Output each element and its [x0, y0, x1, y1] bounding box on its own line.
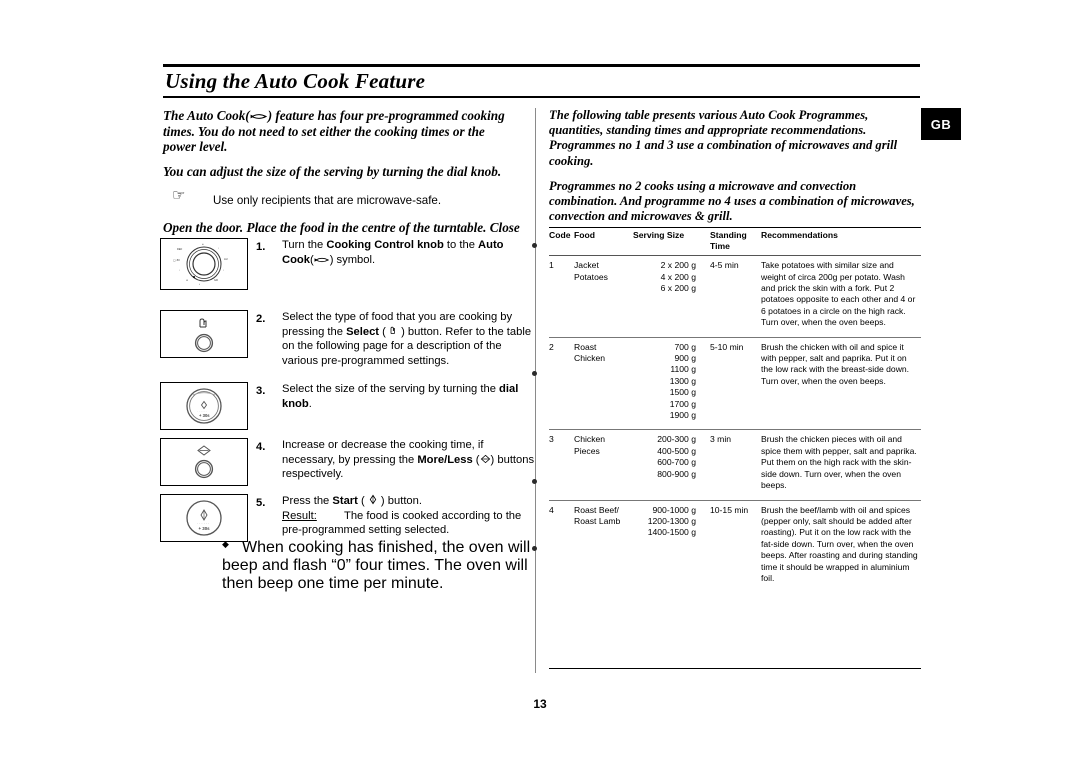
cell-recommendations: Brush the chicken with oil and spice it … [761, 341, 910, 386]
auto-cook-icon [314, 257, 329, 262]
step-3-number: 3. [256, 385, 266, 397]
cell-standing-time: 5-10 min [710, 341, 744, 352]
figure-more-less-button [160, 438, 248, 486]
start-button-icon: · · · · · · + 30s [186, 500, 222, 536]
result-block: Result: The food is cooked according to … [282, 509, 535, 538]
svg-text:≡: ≡ [202, 243, 204, 246]
start-icon [369, 494, 377, 505]
svg-text:▫: ▫ [223, 269, 224, 272]
svg-text:▫: ▫ [179, 269, 180, 272]
step-5: · · · · · · + 30s 5. Press the Start ( )… [160, 494, 535, 592]
cell-food: Roast Chicken [574, 341, 606, 364]
auto-cook-programmes-table: Code Food Serving Size Standing Time Rec… [549, 227, 921, 592]
step-1-number: 1. [256, 241, 266, 253]
diamond-bullet-icon: ◆ [222, 538, 229, 549]
cell-recommendations: Brush the chicken pieces with oil and sp… [761, 434, 917, 491]
cell-standing-time: 3 min [710, 434, 732, 445]
page-number: 13 [533, 697, 547, 711]
hand-note: ☞ Use only recipients that are microwave… [163, 187, 521, 209]
select-button-icon [194, 318, 214, 353]
table-row: 2 Roast Chicken 700 g 900 g 1100 g 1300 … [549, 337, 921, 430]
cell-serving-size: 700 g 900 g 1100 g 1300 g 1500 g 1700 g … [669, 341, 696, 421]
col-header-standing-time: Standing Time [710, 230, 747, 251]
pointing-hand-icon: ☞ [172, 187, 186, 204]
table-header-row: Code Food Serving Size Standing Time Rec… [549, 227, 921, 256]
svg-text:DEF: DEF [177, 247, 183, 251]
dial-knob-icon: · · · · · · + 30s [186, 388, 222, 424]
step-2-number: 2. [256, 313, 266, 325]
auto-cook-icon [250, 114, 267, 119]
table-body: 1 Jacket Potatoes 2 x 200 g 4 x 200 g 6 … [549, 256, 921, 593]
column-divider [535, 108, 536, 673]
cell-recommendations: Brush the beef/lamb with oil and spices … [761, 504, 918, 583]
right-paragraph-2: Programmes no 2 cooks using a microwave … [549, 178, 915, 224]
svg-text:GR: GR [214, 278, 218, 282]
figure-select-button [160, 310, 248, 358]
region-badge: GB [921, 108, 961, 140]
page-title: Using the Auto Cook Feature [165, 69, 426, 93]
intro-1-text-a: The Auto Cook( [163, 108, 250, 123]
document-page: Using the Auto Cook Feature GB The Auto … [0, 0, 1080, 763]
table-row: 1 Jacket Potatoes 2 x 200 g 4 x 200 g 6 … [549, 256, 921, 337]
more-less-button-icon [194, 445, 214, 479]
cell-code: 3 [549, 434, 554, 445]
right-paragraph-1: The following table presents various Aut… [549, 108, 898, 168]
col-header-serving-size: Serving Size [633, 230, 685, 240]
result-bullet-row: ◆ When cooking has finished, the oven wi… [222, 539, 535, 593]
table-row: 3 Chicken Pieces 200-300 g 400-500 g 600… [549, 429, 921, 500]
step-1-text: Turn the Cooking Control knob to the Aut… [282, 239, 504, 266]
result-text: The food is cooked according to the pre-… [282, 509, 522, 537]
col-header-food: Food [574, 230, 595, 240]
step-5-text: Press the Start ( ) button. [282, 494, 422, 507]
step-4: 4. Increase or decrease the cooking time… [160, 438, 535, 494]
title-bottom-rule [163, 96, 920, 98]
result-label: Result: [282, 509, 317, 522]
cell-standing-time: 10-15 min [710, 504, 749, 515]
cell-recommendations: Take potatoes with similar size and weig… [761, 260, 916, 328]
title-top-rule [163, 64, 920, 67]
svg-text:▪: ▪ [199, 283, 200, 286]
cooking-control-knob-icon: ≡ ▫ AU ▫ GR ▪ ≋ ▫ ◯-50 DEF [173, 243, 228, 286]
hand-note-text: Use only recipients that are microwave-s… [213, 194, 442, 207]
cell-food: Roast Beef/ Roast Lamb [574, 504, 621, 526]
table-header: Code Food Serving Size Standing Time Rec… [549, 227, 921, 256]
col-header-recommendations: Recommendations [761, 230, 838, 240]
figure-dial-knob: · · · · · · + 30s [160, 382, 248, 430]
step-1: ≡ ▫ AU ▫ GR ▪ ≋ ▫ ◯-50 DEF 1. Turn the C… [160, 238, 535, 310]
figure-start-button: · · · · · · + 30s [160, 494, 248, 542]
figure-cooking-control-knob: ≡ ▫ AU ▫ GR ▪ ≋ ▫ ◯-50 DEF [160, 238, 248, 290]
cell-food: Chicken Pieces [574, 434, 606, 456]
cell-serving-size: 200-300 g 400-500 g 600-700 g 800-900 g [657, 434, 696, 479]
intro-paragraph-2: You can adjust the size of the serving b… [163, 163, 502, 179]
select-hand-icon [390, 326, 395, 334]
intro-paragraph-1: The Auto Cook() feature has four pre-pro… [163, 108, 521, 155]
cell-code: 1 [549, 260, 554, 271]
svg-text:◯-50: ◯-50 [173, 258, 180, 262]
cell-code: 4 [549, 504, 554, 515]
more-less-icon [480, 454, 490, 463]
step-2-text: Select the type of food that you are coo… [282, 311, 532, 367]
svg-text:+ 30s: + 30s [199, 413, 210, 418]
cell-food: Jacket Potatoes [574, 260, 608, 282]
svg-text:≋: ≋ [186, 279, 189, 282]
right-column: The following table presents various Aut… [549, 108, 921, 234]
step-5-number: 5. [256, 497, 266, 509]
step-4-number: 4. [256, 441, 266, 453]
svg-text:AU: AU [224, 257, 228, 261]
table-row: 4 Roast Beef/ Roast Lamb 900-1000 g 1200… [549, 500, 921, 592]
svg-text:▫: ▫ [218, 247, 219, 250]
step-3: · · · · · · + 30s 3. Select the size of … [160, 382, 535, 438]
cell-serving-size: 900-1000 g 1200-1300 g 1400-1500 g [647, 504, 696, 538]
cell-code: 2 [549, 341, 554, 352]
cell-standing-time: 4-5 min [710, 260, 739, 271]
svg-text:+ 30s: + 30s [199, 526, 211, 531]
col-header-code: Code [549, 230, 571, 240]
table-bottom-rule [549, 668, 921, 670]
step-3-text: Select the size of the serving by turnin… [282, 383, 519, 410]
result-bullet-text: When cooking has finished, the oven will… [222, 538, 531, 592]
step-4-text: Increase or decrease the cooking time, i… [282, 439, 535, 480]
steps-list: ≡ ▫ AU ▫ GR ▪ ≋ ▫ ◯-50 DEF 1. Turn the C… [160, 238, 535, 592]
step-2: 2. Select the type of food that you are … [160, 310, 535, 382]
cell-serving-size: 2 x 200 g 4 x 200 g 6 x 200 g [660, 260, 696, 293]
